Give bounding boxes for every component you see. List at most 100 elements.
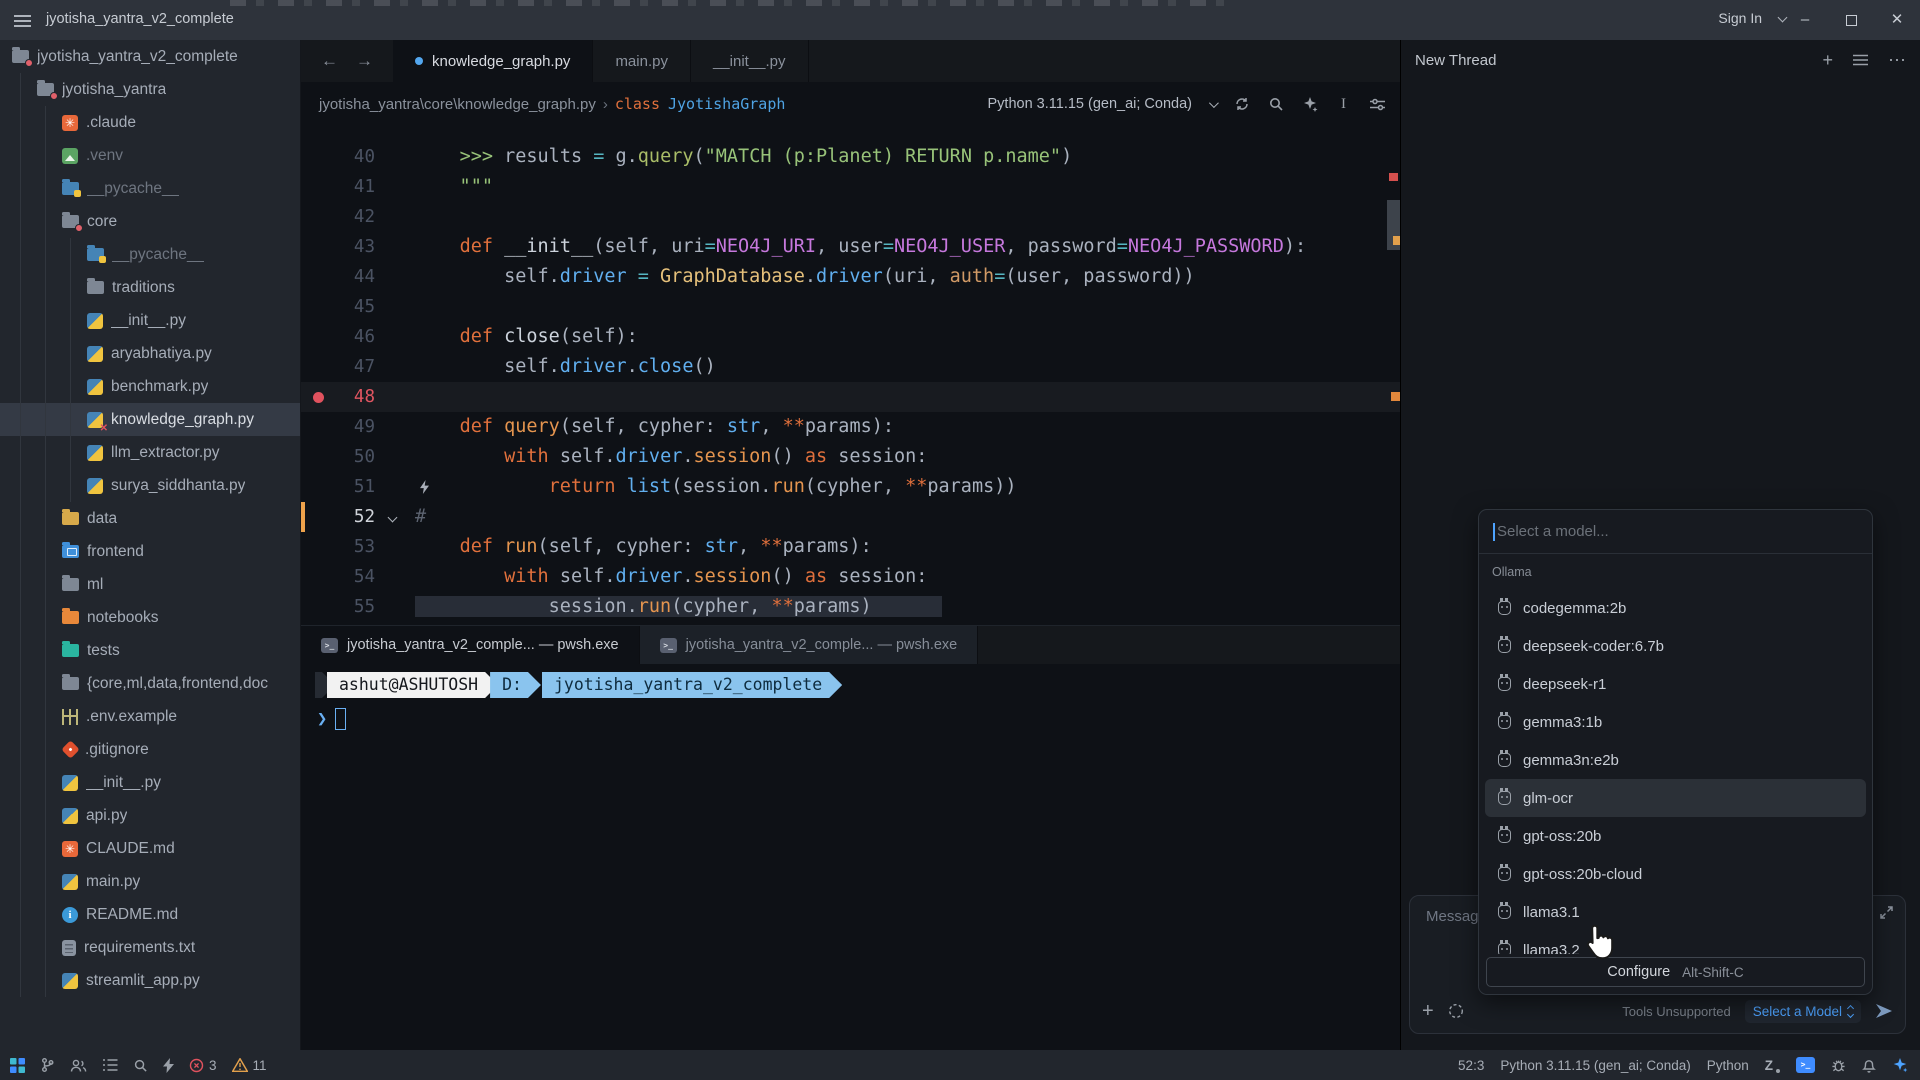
code-line[interactable]: 50 with self.driver.session() as session…: [301, 442, 1400, 472]
breadcrumb-class-name[interactable]: JyotishaGraph: [668, 95, 785, 113]
model-item[interactable]: gemma3n:e2b: [1485, 741, 1866, 779]
line-number[interactable]: 42: [301, 202, 375, 232]
model-item[interactable]: codegemma:2b: [1485, 589, 1866, 627]
terminal-tab-1[interactable]: >_ jyotisha_yantra_v2_comple... — pwsh.e…: [301, 626, 640, 664]
explorer-item[interactable]: surya_siddhanta.py: [0, 469, 300, 502]
line-number[interactable]: 41: [301, 172, 375, 202]
debug-bug-icon[interactable]: [1831, 1058, 1846, 1073]
errors-indicator[interactable]: 3: [189, 1058, 217, 1073]
maximize-button[interactable]: [1828, 0, 1874, 40]
line-number[interactable]: 46: [301, 322, 375, 352]
explorer-item[interactable]: main.py: [0, 865, 300, 898]
model-search-input[interactable]: Select a model...: [1479, 510, 1872, 554]
line-number[interactable]: 40: [301, 142, 375, 172]
code-line[interactable]: 52#: [301, 502, 1400, 532]
code-line[interactable]: 43 def __init__(self, uri=NEO4J_URI, use…: [301, 232, 1400, 262]
code-line[interactable]: 47 self.driver.close(): [301, 352, 1400, 382]
explorer-item[interactable]: README.md: [0, 898, 300, 931]
tab-knowledge-graph[interactable]: knowledge_graph.py: [393, 40, 593, 82]
model-item[interactable]: llama3.2: [1485, 931, 1866, 956]
terminal-panel[interactable]: >_ jyotisha_yantra_v2_comple... — pwsh.e…: [301, 625, 1400, 1050]
tab-init[interactable]: __init__.py: [691, 40, 809, 82]
code-line[interactable]: 49 def query(self, cypher: str, **params…: [301, 412, 1400, 442]
code-line[interactable]: 46 def close(self):: [301, 322, 1400, 352]
line-number[interactable]: 54: [301, 562, 375, 592]
explorer-item[interactable]: ml: [0, 568, 300, 601]
explorer-item[interactable]: tests: [0, 634, 300, 667]
cursor-position[interactable]: 52:3: [1458, 1058, 1484, 1073]
explorer-item[interactable]: streamlit_app.py: [0, 964, 300, 997]
zen-icon[interactable]: Z: [1765, 1058, 1780, 1073]
code-line[interactable]: 41 """: [301, 172, 1400, 202]
sparkles-icon[interactable]: [1301, 96, 1318, 113]
explorer-item[interactable]: {core,ml,data,frontend,doc: [0, 667, 300, 700]
line-number[interactable]: 44: [301, 262, 375, 292]
explorer-item[interactable]: .venv: [0, 139, 300, 172]
language-mode[interactable]: Python: [1707, 1058, 1749, 1073]
model-item[interactable]: llama3.1: [1485, 893, 1866, 931]
code-line[interactable]: 48: [301, 382, 1400, 412]
explorer-item[interactable]: .env.example: [0, 700, 300, 733]
sync-icon[interactable]: [1233, 96, 1250, 113]
sign-in-button[interactable]: Sign In: [1718, 10, 1762, 26]
code-line[interactable]: 54 with self.driver.session() as session…: [301, 562, 1400, 592]
send-icon[interactable]: [1875, 1003, 1893, 1019]
line-number[interactable]: 49: [301, 412, 375, 442]
web-tools-icon[interactable]: [1448, 1003, 1464, 1019]
interpreter-chevron-icon[interactable]: [1209, 98, 1219, 108]
code-line[interactable]: 51 return list(session.run(cypher, **par…: [301, 472, 1400, 502]
model-item[interactable]: gpt-oss:20b-cloud: [1485, 855, 1866, 893]
lightning-icon[interactable]: [163, 1058, 174, 1073]
explorer-item[interactable]: benchmark.py: [0, 370, 300, 403]
git-branch-icon[interactable]: [40, 1057, 55, 1073]
nav-forward-icon[interactable]: →: [356, 51, 373, 71]
model-item[interactable]: gemma3:1b: [1485, 703, 1866, 741]
terminal-tab-2[interactable]: >_ jyotisha_yantra_v2_comple... — pwsh.e…: [640, 626, 979, 664]
explorer-item[interactable]: __pycache__: [0, 172, 300, 205]
insert-cursor-icon[interactable]: I: [1335, 96, 1352, 113]
status-interpreter[interactable]: Python 3.11.15 (gen_ai; Conda): [1500, 1058, 1690, 1073]
line-number[interactable]: 53: [301, 532, 375, 562]
copilot-sparkle-icon[interactable]: [1892, 1057, 1908, 1073]
remote-grid-icon[interactable]: [10, 1058, 25, 1073]
explorer-item[interactable]: __pycache__: [0, 238, 300, 271]
explorer-item[interactable]: frontend: [0, 535, 300, 568]
new-thread-icon[interactable]: +: [1822, 50, 1833, 71]
close-button[interactable]: ✕: [1874, 0, 1920, 40]
checklist-icon[interactable]: [102, 1058, 118, 1072]
line-number[interactable]: 51: [301, 472, 375, 502]
line-number[interactable]: 47: [301, 352, 375, 382]
explorer-item[interactable]: notebooks: [0, 601, 300, 634]
line-number[interactable]: 55: [301, 592, 375, 622]
model-item[interactable]: deepseek-coder:6.7b: [1485, 627, 1866, 665]
status-terminal-icon[interactable]: >_: [1796, 1057, 1815, 1073]
line-number[interactable]: 50: [301, 442, 375, 472]
code-line[interactable]: 55 session.run(cypher, **params): [301, 592, 1400, 622]
line-number[interactable]: 45: [301, 292, 375, 322]
expand-composer-icon[interactable]: [1880, 906, 1893, 919]
nav-back-icon[interactable]: ←: [321, 51, 338, 71]
python-interpreter-selector[interactable]: Python 3.11.15 (gen_ai; Conda): [988, 96, 1193, 112]
explorer-item[interactable]: .claude: [0, 106, 300, 139]
thread-list-icon[interactable]: [1853, 54, 1868, 66]
code-line[interactable]: 44 self.driver = GraphDatabase.driver(ur…: [301, 262, 1400, 292]
explorer-item[interactable]: __init__.py: [0, 304, 300, 337]
configure-button[interactable]: Configure Alt-Shift-C: [1486, 957, 1865, 987]
code-line[interactable]: 40 >>> results = g.query("MATCH (p:Plane…: [301, 142, 1400, 172]
line-number[interactable]: 48: [301, 382, 375, 412]
tune-sliders-icon[interactable]: [1369, 96, 1386, 113]
accounts-icon[interactable]: [70, 1058, 87, 1073]
explorer-item[interactable]: ✕knowledge_graph.py: [0, 403, 300, 436]
model-item[interactable]: deepseek-r1: [1485, 665, 1866, 703]
terminal-input-line[interactable]: ❯: [317, 708, 346, 730]
line-number[interactable]: 43: [301, 232, 375, 262]
tab-main[interactable]: main.py: [593, 40, 691, 82]
code-line[interactable]: 45: [301, 292, 1400, 322]
breadcrumb-path[interactable]: jyotisha_yantra\core\knowledge_graph.py: [319, 96, 596, 113]
explorer-item[interactable]: __init__.py: [0, 766, 300, 799]
explorer-item[interactable]: llm_extractor.py: [0, 436, 300, 469]
more-options-icon[interactable]: ⋯: [1888, 50, 1906, 71]
explorer-item[interactable]: jyotisha_yantra_v2_complete: [0, 40, 300, 73]
explorer-item[interactable]: jyotisha_yantra: [0, 73, 300, 106]
explorer-item[interactable]: .gitignore: [0, 733, 300, 766]
